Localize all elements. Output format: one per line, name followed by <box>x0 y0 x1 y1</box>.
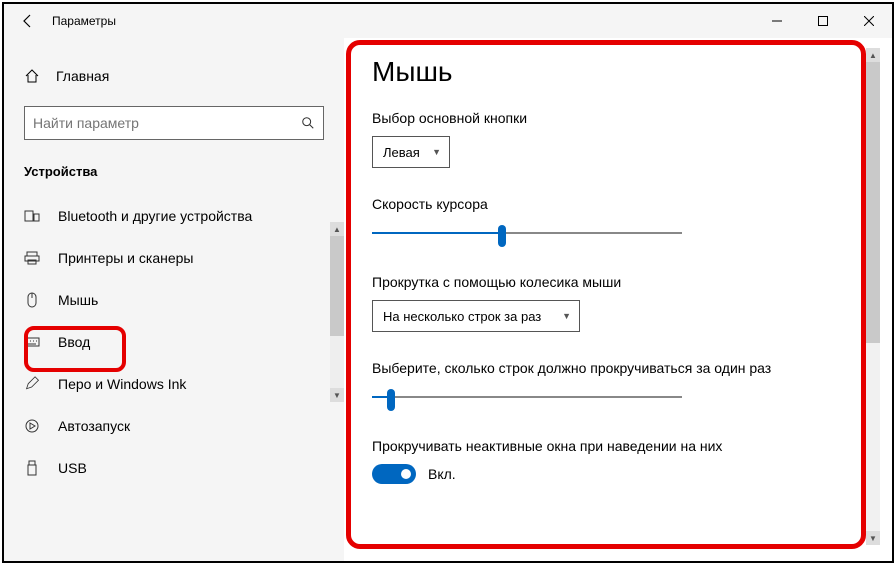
titlebar: Параметры <box>4 4 892 38</box>
search-input[interactable] <box>33 115 301 131</box>
inactive-windows-label: Прокручивать неактивные окна при наведен… <box>372 438 852 454</box>
cursor-speed-label: Скорость курсора <box>372 196 852 212</box>
primary-button-dropdown[interactable]: Левая ▼ <box>372 136 450 168</box>
scroll-wheel-label: Прокрутка с помощью колесика мыши <box>372 274 852 290</box>
sidebar-scrollbar[interactable]: ▲ ▼ <box>330 222 344 402</box>
sidebar-item-label: USB <box>58 460 87 476</box>
scroll-wheel-dropdown[interactable]: На несколько строк за раз ▼ <box>372 300 580 332</box>
scrollbar-thumb[interactable] <box>866 62 880 343</box>
sidebar: Главная Устройства Bluetooth и другие ус… <box>4 38 344 561</box>
keyboard-icon <box>24 334 40 350</box>
page-title: Мышь <box>372 56 852 88</box>
sidebar-item-label: Принтеры и сканеры <box>58 250 193 266</box>
lines-per-scroll-slider[interactable] <box>372 386 682 410</box>
home-label: Главная <box>56 68 109 84</box>
printer-icon <box>24 250 40 266</box>
content-scrollbar[interactable]: ▲ ▼ <box>866 48 880 545</box>
sidebar-item-autoplay[interactable]: Автозапуск <box>4 405 344 447</box>
search-box[interactable] <box>24 106 324 140</box>
slider-thumb[interactable] <box>498 225 506 247</box>
sidebar-item-typing[interactable]: Ввод <box>4 321 344 363</box>
scrollbar-thumb[interactable] <box>330 236 344 336</box>
toggle-thumb <box>401 469 411 479</box>
pen-icon <box>24 376 40 392</box>
chevron-down-icon: ▼ <box>432 147 441 157</box>
settings-window: Параметры Главная <box>4 4 892 561</box>
close-button[interactable] <box>846 4 892 38</box>
minimize-button[interactable] <box>754 4 800 38</box>
sidebar-item-label: Bluetooth и другие устройства <box>58 208 252 224</box>
sidebar-item-label: Ввод <box>58 334 90 350</box>
nav-list: Bluetooth и другие устройства Принтеры и… <box>4 195 344 489</box>
mouse-icon <box>24 292 40 308</box>
sidebar-item-mouse[interactable]: Мышь <box>4 279 344 321</box>
primary-button-label: Выбор основной кнопки <box>372 110 852 126</box>
devices-icon <box>24 208 40 224</box>
sidebar-item-label: Мышь <box>58 292 98 308</box>
usb-icon <box>24 460 40 476</box>
inactive-windows-toggle[interactable] <box>372 464 416 484</box>
search-icon <box>301 116 315 130</box>
dropdown-value: Левая <box>383 145 420 160</box>
autoplay-icon <box>24 418 40 434</box>
slider-track <box>372 396 682 398</box>
back-button[interactable] <box>4 4 52 38</box>
toggle-state-label: Вкл. <box>428 466 456 482</box>
sidebar-item-label: Автозапуск <box>58 418 130 434</box>
content-pane: Мышь Выбор основной кнопки Левая ▼ Скоро… <box>344 38 880 555</box>
home-link[interactable]: Главная <box>4 56 344 96</box>
scroll-down-icon[interactable]: ▼ <box>330 388 344 402</box>
scroll-up-icon[interactable]: ▲ <box>866 48 880 62</box>
slider-thumb[interactable] <box>387 389 395 411</box>
sidebar-item-label: Перо и Windows Ink <box>58 376 186 392</box>
slider-fill <box>372 232 502 234</box>
cursor-speed-slider[interactable] <box>372 222 682 246</box>
sidebar-item-printers[interactable]: Принтеры и сканеры <box>4 237 344 279</box>
chevron-down-icon: ▼ <box>562 311 571 321</box>
window-title: Параметры <box>52 14 116 28</box>
category-label: Устройства <box>4 158 344 195</box>
home-icon <box>24 68 40 84</box>
lines-per-scroll-label: Выберите, сколько строк должно прокручив… <box>372 360 852 376</box>
sidebar-item-bluetooth[interactable]: Bluetooth и другие устройства <box>4 195 344 237</box>
window-controls <box>754 4 892 38</box>
sidebar-item-usb[interactable]: USB <box>4 447 344 489</box>
sidebar-item-pen[interactable]: Перо и Windows Ink <box>4 363 344 405</box>
dropdown-value: На несколько строк за раз <box>383 309 541 324</box>
scroll-up-icon[interactable]: ▲ <box>330 222 344 236</box>
scroll-down-icon[interactable]: ▼ <box>866 531 880 545</box>
maximize-button[interactable] <box>800 4 846 38</box>
